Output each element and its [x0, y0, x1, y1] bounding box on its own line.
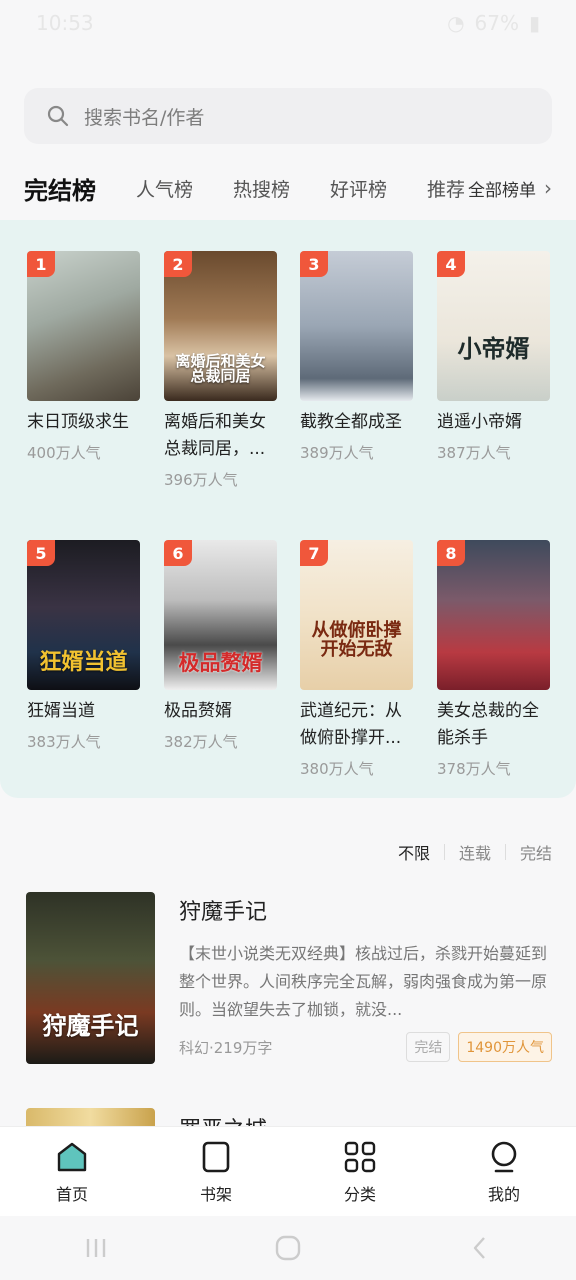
book-genre: 科幻·219万字 — [179, 1038, 273, 1057]
list-item[interactable]: 罪恶之城 — [24, 1108, 552, 1126]
all-lists-button[interactable]: 全部榜单 › — [464, 160, 576, 216]
profile-icon — [491, 1141, 517, 1172]
book-title: 逍遥小帝婿 — [437, 412, 522, 432]
tab-popular[interactable]: 人气榜 — [136, 175, 193, 202]
home-button-icon[interactable] — [273, 1233, 303, 1263]
book-cover: 2 离婚后和美女总裁同居 — [164, 251, 277, 401]
filter-ongoing[interactable]: 连载 — [459, 840, 491, 864]
cover-text: 小帝婿 — [457, 333, 530, 363]
popularity-badge: 1490万人气 — [458, 1032, 552, 1062]
book-meta: 科幻·219万字 完结 1490万人气 — [179, 1032, 552, 1062]
rank-badge: 2 — [164, 251, 192, 277]
filter-all[interactable]: 不限 — [398, 840, 430, 864]
ranked-book[interactable]: 7 从做俯卧撑开始无敌 武道纪元：从做俯卧撑开... 380万人气 — [300, 540, 416, 779]
ranked-book[interactable]: 5 狂婿当道 狂婿当道 383万人气 — [27, 540, 143, 752]
ranking-panel: 1 末日顶级求生 400万人气 2 离婚后和美女总裁同居 离婚后和美女总裁同居，… — [0, 220, 576, 798]
book-description: 【末世小说类无双经典】核战过后，杀戮开始蔓延到整个世界。人间秩序完全瓦解，弱肉强… — [179, 944, 548, 1019]
rank-badge: 6 — [164, 540, 192, 566]
nav-profile[interactable]: 我的 — [432, 1127, 576, 1216]
rank-badge: 1 — [27, 251, 55, 277]
search-placeholder: 搜索书名/作者 — [84, 106, 205, 129]
book-cover: 1 — [27, 251, 140, 401]
system-nav-bar — [0, 1216, 576, 1280]
book-popularity: 380万人气 — [300, 760, 374, 778]
book-title: 美女总裁的全能杀手 — [437, 701, 539, 748]
book-popularity: 400万人气 — [27, 444, 101, 462]
book-popularity: 382万人气 — [164, 733, 238, 751]
divider — [443, 844, 445, 860]
book-popularity: 387万人气 — [437, 444, 511, 462]
book-title: 武道纪元：从做俯卧撑开... — [300, 701, 402, 748]
ranked-book[interactable]: 1 末日顶级求生 400万人气 — [27, 251, 143, 463]
book-popularity: 396万人气 — [164, 471, 238, 489]
book-title: 极品赘婿 — [164, 701, 232, 721]
ranked-book[interactable]: 6 极品赘婿 极品赘婿 382万人气 — [164, 540, 280, 752]
book-cover — [26, 1108, 155, 1126]
nav-category[interactable]: 分类 — [288, 1127, 432, 1216]
bottom-nav: 首页 书架 分类 我的 — [0, 1126, 576, 1216]
book-popularity: 378万人气 — [437, 760, 511, 778]
book-info: 罪恶之城 — [179, 1112, 552, 1126]
battery-icon: ▮ — [528, 11, 540, 35]
tab-completed[interactable]: 完结榜 — [24, 171, 96, 206]
book-title: 狩魔手记 — [179, 900, 268, 925]
rank-badge: 5 — [27, 540, 55, 566]
home-icon — [57, 1142, 87, 1171]
status-time: 10:53 — [36, 11, 94, 35]
search-icon — [47, 105, 69, 127]
list-item[interactable]: 狩魔手记 狩魔手记 【末世小说类无双经典】核战过后，杀戮开始蔓延到整个世界。人间… — [24, 892, 552, 1072]
bookshelf-icon — [202, 1141, 230, 1172]
battery-level: 67% — [474, 11, 519, 35]
book-cover: 狩魔手记 — [26, 892, 155, 1064]
book-title: 罪恶之城 — [179, 1112, 552, 1126]
book-cover: 6 极品赘婿 — [164, 540, 277, 690]
all-lists-label: 全部榜单 — [468, 180, 536, 201]
wifi-icon: ◔ — [447, 11, 465, 35]
book-popularity: 383万人气 — [27, 733, 101, 751]
rank-badge: 8 — [437, 540, 465, 566]
rank-badge: 7 — [300, 540, 328, 566]
book-cover: 8 — [437, 540, 550, 690]
nav-home[interactable]: 首页 — [0, 1127, 144, 1216]
book-cover: 7 从做俯卧撑开始无敌 — [300, 540, 413, 690]
back-icon[interactable] — [465, 1233, 495, 1263]
rank-badge: 4 — [437, 251, 465, 277]
cover-text: 离婚后和美女总裁同居 — [175, 351, 266, 386]
chevron-right-icon: › — [544, 176, 552, 200]
book-title: 末日顶级求生 — [27, 412, 129, 432]
ranked-book[interactable]: 4 小帝婿 逍遥小帝婿 387万人气 — [437, 251, 553, 463]
status-badge: 完结 — [406, 1032, 451, 1062]
book-title: 离婚后和美女总裁同居，... — [164, 412, 266, 459]
nav-label: 书架 — [199, 1184, 232, 1204]
ranked-book[interactable]: 3 截教全都成圣 389万人气 — [300, 251, 416, 463]
nav-label: 分类 — [343, 1184, 376, 1204]
divider — [504, 844, 506, 860]
rank-badge: 3 — [300, 251, 328, 277]
nav-bookshelf[interactable]: 书架 — [144, 1127, 288, 1216]
recent-apps-icon[interactable] — [81, 1233, 111, 1263]
book-title: 狂婿当道 — [27, 701, 95, 721]
filter-completed[interactable]: 完结 — [520, 840, 552, 864]
cover-text: 极品赘婿 — [178, 649, 263, 675]
grid-icon — [344, 1141, 376, 1172]
status-bar: 10:53 ◔ 67% ▮ — [0, 0, 576, 46]
cover-text: 狂婿当道 — [39, 648, 128, 675]
status-filter: 不限 连载 完结 — [398, 840, 552, 864]
ranked-book[interactable]: 8 美女总裁的全能杀手 378万人气 — [437, 540, 553, 779]
book-cover: 3 — [300, 251, 413, 401]
cover-text: 狩魔手记 — [42, 1010, 139, 1040]
nav-label: 我的 — [487, 1184, 520, 1204]
nav-label: 首页 — [55, 1184, 88, 1204]
book-cover: 5 狂婿当道 — [27, 540, 140, 690]
book-cover: 4 小帝婿 — [437, 251, 550, 401]
ranked-book[interactable]: 2 离婚后和美女总裁同居 离婚后和美女总裁同居，... 396万人气 — [164, 251, 280, 490]
tab-hot-search[interactable]: 热搜榜 — [233, 175, 290, 202]
tab-top-rated[interactable]: 好评榜 — [330, 175, 387, 202]
book-title: 截教全都成圣 — [300, 412, 402, 432]
search-bar[interactable]: 搜索书名/作者 — [24, 88, 552, 144]
book-popularity: 389万人气 — [300, 444, 374, 462]
book-info: 狩魔手记 【末世小说类无双经典】核战过后，杀戮开始蔓延到整个世界。人间秩序完全瓦… — [179, 894, 552, 1062]
cover-text: 从做俯卧撑开始无敌 — [311, 620, 402, 661]
